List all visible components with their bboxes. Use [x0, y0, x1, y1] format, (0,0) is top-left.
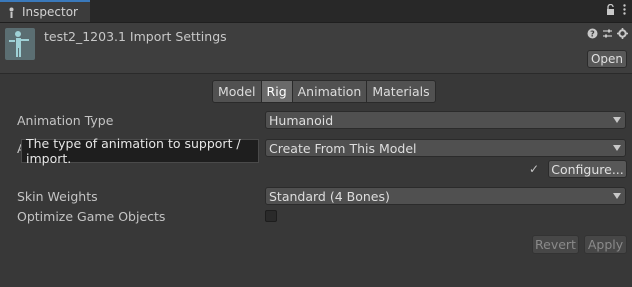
humanoid-model-icon: [5, 28, 35, 60]
animation-type-label: Animation Type: [17, 113, 114, 128]
animation-type-dropdown[interactable]: Humanoid: [265, 111, 626, 129]
tooltip: The type of animation to support / impor…: [21, 136, 259, 166]
avatar-definition-dropdown[interactable]: Create From This Model: [265, 139, 626, 157]
tab-materials[interactable]: Materials: [367, 80, 436, 103]
apply-button[interactable]: Apply: [584, 235, 627, 254]
avatar-definition-value: Create From This Model: [269, 140, 417, 156]
preset-icon[interactable]: [602, 28, 613, 39]
tab-model[interactable]: Model: [212, 80, 262, 103]
optimize-game-objects-label: Optimize Game Objects: [17, 209, 166, 224]
revert-button[interactable]: Revert: [532, 235, 579, 254]
inspector-icon: [9, 7, 14, 18]
configure-button[interactable]: Configure...: [548, 160, 627, 178]
optimize-game-objects-checkbox[interactable]: [265, 210, 277, 222]
chevron-down-icon: [613, 193, 621, 199]
inspector-header: test2_1203.1 Import Settings ? Open: [0, 23, 632, 74]
page-title: test2_1203.1 Import Settings: [44, 29, 227, 44]
lock-icon[interactable]: [606, 4, 615, 15]
checkmark-icon: ✓: [529, 162, 540, 176]
window-tabbar: Inspector: [0, 0, 632, 23]
open-button[interactable]: Open: [587, 50, 627, 68]
animation-type-value: Humanoid: [269, 112, 334, 128]
skin-weights-label: Skin Weights: [17, 189, 98, 204]
kebab-menu-icon[interactable]: [623, 4, 626, 15]
tab-animation[interactable]: Animation: [292, 80, 368, 103]
tab-rig[interactable]: Rig: [261, 80, 293, 103]
skin-weights-value: Standard (4 Bones): [269, 188, 390, 204]
import-settings-tabs: Model Rig Animation Materials: [212, 80, 436, 103]
skin-weights-dropdown[interactable]: Standard (4 Bones): [265, 187, 626, 205]
chevron-down-icon: [613, 117, 621, 123]
tab-inspector[interactable]: Inspector: [0, 0, 90, 22]
chevron-down-icon: [613, 145, 621, 151]
help-icon[interactable]: ?: [587, 28, 598, 39]
tab-inspector-label: Inspector: [22, 5, 78, 19]
gear-icon[interactable]: [617, 28, 628, 39]
svg-text:?: ?: [590, 30, 595, 39]
